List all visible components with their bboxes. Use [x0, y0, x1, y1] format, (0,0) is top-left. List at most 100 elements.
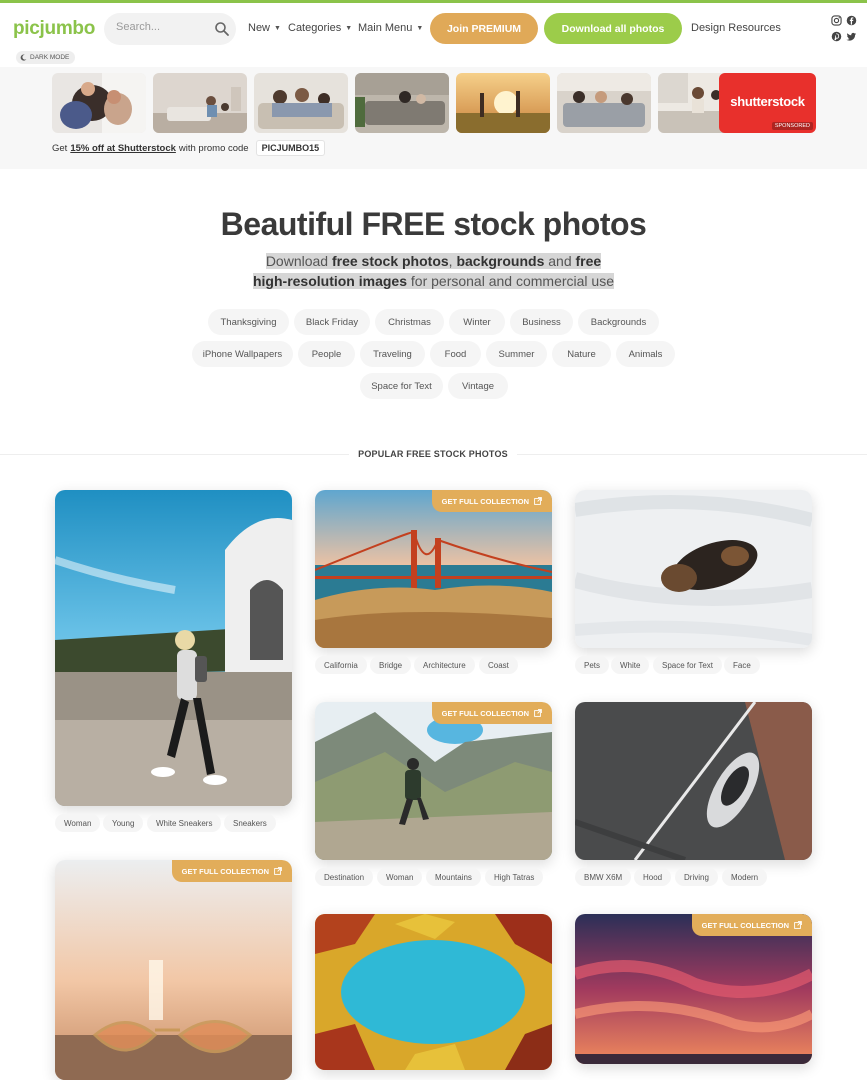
- sponsored-photo[interactable]: [254, 73, 348, 133]
- photo-tag[interactable]: Driving: [675, 868, 718, 886]
- photo-card[interactable]: GET FULL COLLECTION: [575, 914, 812, 1064]
- facebook-icon[interactable]: [846, 15, 857, 26]
- photo-tag[interactable]: Woman: [377, 868, 423, 886]
- category-chip[interactable]: Christmas: [375, 309, 444, 335]
- photo-tag[interactable]: White Sneakers: [147, 814, 222, 832]
- nav-main-menu-label: Main Menu: [358, 22, 413, 34]
- car-aerial-photo-image: [575, 702, 812, 860]
- twitter-icon[interactable]: [846, 31, 857, 42]
- search-box[interactable]: [104, 13, 236, 45]
- nav-new-label: New: [248, 22, 271, 34]
- category-chip[interactable]: Backgrounds: [578, 309, 659, 335]
- sponsored-photo[interactable]: [456, 73, 550, 133]
- nav-categories[interactable]: Categories ▼: [288, 22, 352, 34]
- category-chip[interactable]: People: [298, 341, 355, 367]
- page-subtitle: Download free stock photos, backgrounds …: [250, 251, 617, 291]
- woman-hiking-photo-image: [55, 490, 292, 806]
- photo-tag[interactable]: Space for Text: [653, 656, 722, 674]
- nav-design-resources[interactable]: Design Resources: [691, 22, 781, 34]
- sponsored-photo[interactable]: [153, 73, 247, 133]
- sunglasses-photo-image: [55, 860, 292, 1080]
- sponsored-badge: SPONSORED: [771, 122, 813, 130]
- search-input[interactable]: [116, 21, 206, 33]
- subtitle-text: and: [548, 253, 572, 269]
- photo-tag[interactable]: Pets: [575, 656, 610, 674]
- autumn-leaves-photo-image: [315, 914, 552, 1070]
- photo-card[interactable]: GET FULL COLLECTION: [55, 860, 292, 1080]
- photo-tag[interactable]: California: [315, 656, 367, 674]
- shutterstock-ad[interactable]: shutterstock SPONSORED: [719, 73, 816, 133]
- get-full-collection-button[interactable]: GET FULL COLLECTION: [431, 490, 552, 512]
- search-icon[interactable]: [214, 21, 230, 37]
- photo-card[interactable]: [55, 490, 292, 806]
- category-chip[interactable]: Winter: [449, 309, 505, 335]
- category-chip[interactable]: Traveling: [360, 341, 425, 367]
- promo-middle: with promo code: [178, 142, 249, 154]
- chevron-down-icon: ▼: [416, 25, 424, 32]
- dark-mode-toggle[interactable]: DARK MODE: [16, 51, 76, 64]
- photo-tag[interactable]: Architecture: [414, 656, 475, 674]
- category-chip[interactable]: Business: [510, 309, 573, 335]
- category-chip[interactable]: Black Friday: [294, 309, 370, 335]
- category-chip[interactable]: Animals: [616, 341, 675, 367]
- promo-code-badge[interactable]: PICJUMBO15: [255, 140, 326, 156]
- category-chip[interactable]: Nature: [552, 341, 611, 367]
- nav-main-menu[interactable]: Main Menu ▼: [358, 22, 423, 34]
- sunset-field-photo-image: [456, 73, 550, 133]
- chevron-down-icon: ▼: [274, 25, 281, 32]
- photo-tag[interactable]: Modern: [722, 868, 768, 886]
- golden-gate-bridge-photo-image: [315, 490, 552, 648]
- living-room-photo-image: [153, 73, 247, 133]
- photo-tag[interactable]: Hood: [634, 868, 672, 886]
- photo-card[interactable]: [575, 490, 812, 648]
- get-full-collection-button[interactable]: GET FULL COLLECTION: [691, 914, 812, 936]
- download-all-button[interactable]: Download all photos: [544, 13, 682, 44]
- category-chip[interactable]: Food: [430, 341, 481, 367]
- photo-tag[interactable]: Sneakers: [224, 814, 276, 832]
- photo-card[interactable]: GET FULL COLLECTION: [315, 702, 552, 860]
- nav-new[interactable]: New ▼: [248, 22, 281, 34]
- external-link-icon: [534, 497, 542, 505]
- photo-tag[interactable]: BMW X6M: [575, 868, 632, 886]
- promo-text: Get 15% off at Shutterstock with promo c…: [52, 140, 326, 156]
- chevron-down-icon: ▼: [345, 25, 353, 32]
- subtitle-bold-text: free stock photos: [331, 253, 449, 269]
- category-chip[interactable]: Summer: [486, 341, 547, 367]
- photo-tag[interactable]: White: [611, 656, 650, 674]
- get-full-collection-button[interactable]: GET FULL COLLECTION: [171, 860, 292, 882]
- category-chip[interactable]: iPhone Wallpapers: [192, 341, 293, 367]
- category-chip[interactable]: Space for Text: [360, 373, 443, 399]
- photo-card[interactable]: GET FULL COLLECTION: [315, 490, 552, 648]
- external-link-icon: [534, 709, 542, 717]
- photo-card[interactable]: [575, 702, 812, 860]
- sponsored-photo[interactable]: [52, 73, 146, 133]
- photo-tag[interactable]: Young: [103, 814, 144, 832]
- sponsored-photo[interactable]: [557, 73, 651, 133]
- subtitle-text: for personal and commercial use: [410, 273, 614, 289]
- join-premium-button[interactable]: Join PREMIUM: [430, 13, 538, 44]
- people-sofa-photo-image: [557, 73, 651, 133]
- category-chip[interactable]: Vintage: [448, 373, 508, 399]
- pinterest-icon[interactable]: [831, 31, 842, 42]
- photo-tag[interactable]: Bridge: [370, 656, 412, 674]
- sponsored-photo[interactable]: [355, 73, 449, 133]
- instagram-icon[interactable]: [831, 15, 842, 26]
- family-sofa-photo-image: [254, 73, 348, 133]
- shutterstock-logo: shutterstock: [730, 94, 805, 109]
- photo-tag[interactable]: High Tatras: [485, 868, 544, 886]
- photo-card[interactable]: [315, 914, 552, 1070]
- category-chip[interactable]: Thanksgiving: [208, 309, 289, 335]
- shutterstock-promo-link[interactable]: 15% off at Shutterstock: [70, 143, 176, 154]
- get-full-collection-button[interactable]: GET FULL COLLECTION: [431, 702, 552, 724]
- site-header: picjumbo New▼ Categories▼ Main Menu▼ Joi…: [0, 3, 867, 67]
- collection-label: GET FULL COLLECTION: [181, 866, 269, 876]
- mountain-hiker-photo-image: [315, 702, 552, 860]
- subtitle-text: Download: [265, 253, 329, 269]
- photo-tag[interactable]: Face: [724, 656, 760, 674]
- photo-tag[interactable]: Destination: [315, 868, 374, 886]
- photo-tag[interactable]: Coast: [479, 656, 518, 674]
- photo-tag[interactable]: Mountains: [426, 868, 481, 886]
- site-logo[interactable]: picjumbo: [13, 18, 95, 40]
- photo-tag[interactable]: Woman: [55, 814, 101, 832]
- moon-icon: [20, 54, 27, 61]
